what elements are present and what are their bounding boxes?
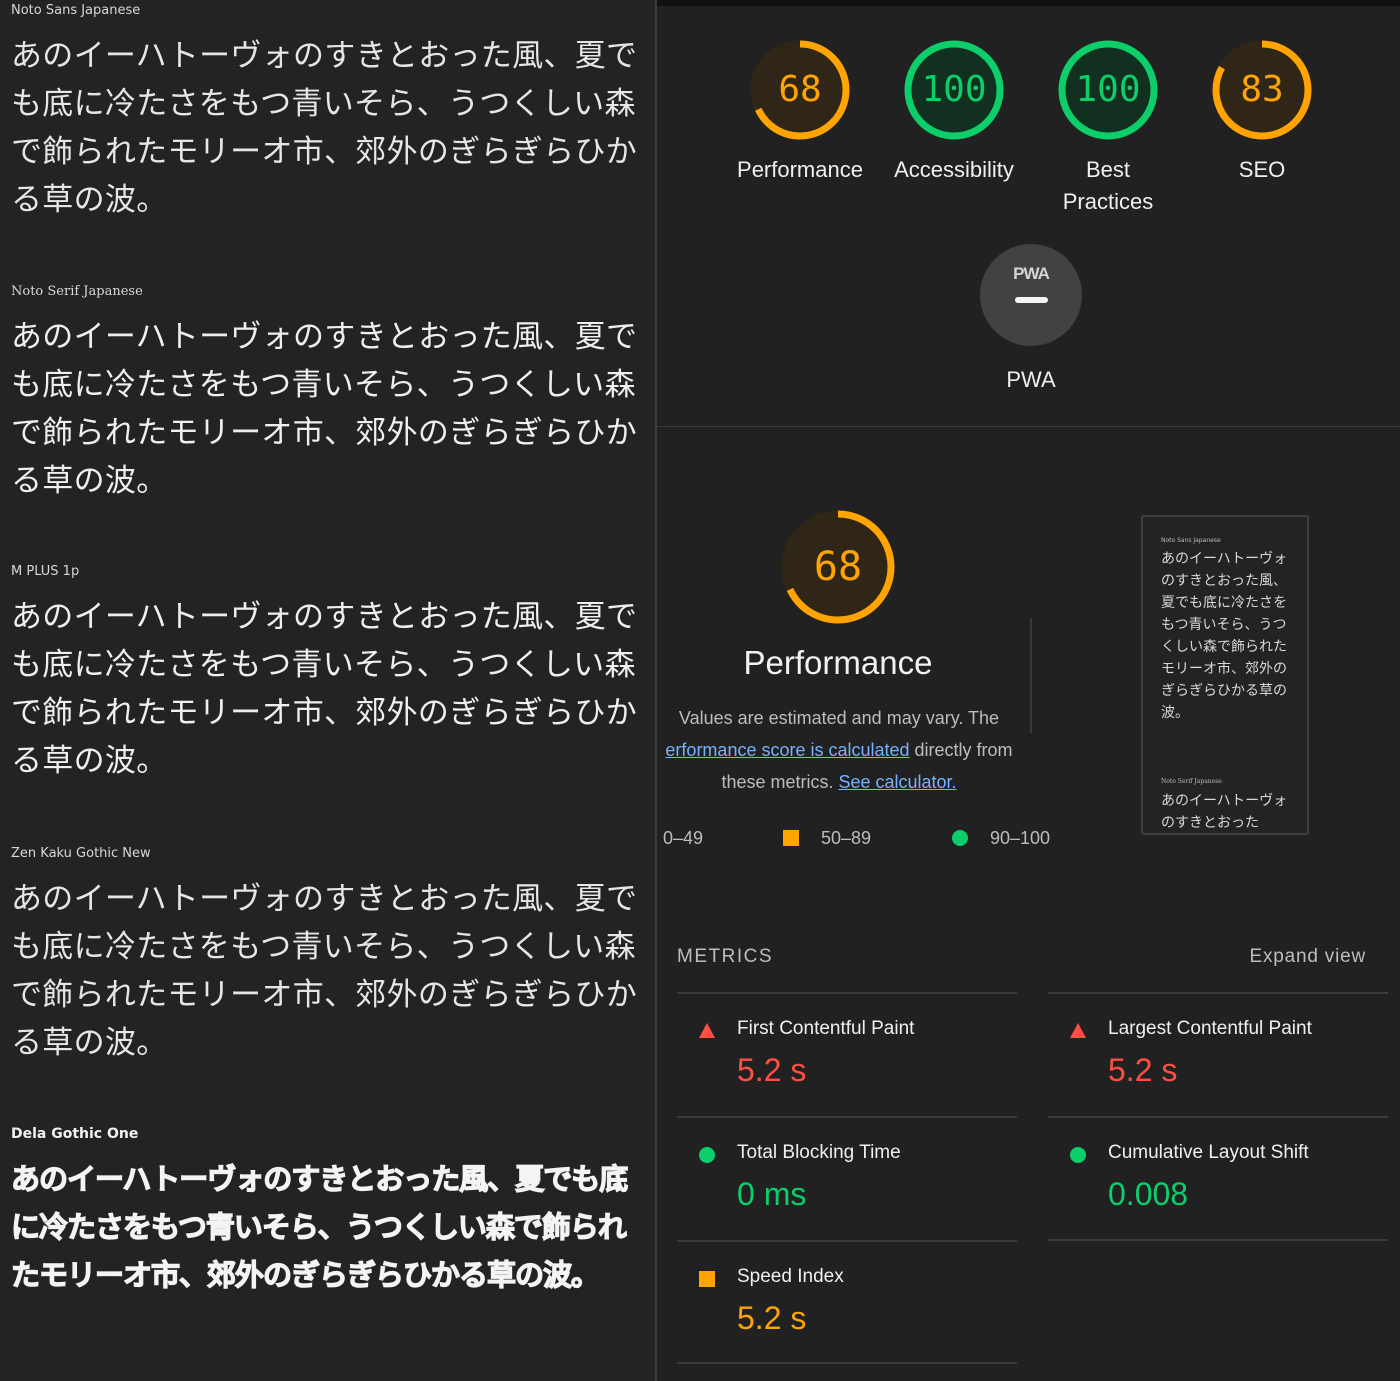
metric-first-contentful-paint[interactable]: First Contentful Paint 5.2 s xyxy=(677,992,1017,1116)
metrics-heading: METRICS xyxy=(677,946,773,967)
performance-title: Performance xyxy=(743,644,933,681)
gauge-performance: 68 xyxy=(748,38,852,142)
square-icon xyxy=(783,830,799,846)
font-name-label: Zen Kaku Gothic New xyxy=(11,846,151,861)
metric-value: 0 ms xyxy=(737,1176,807,1212)
legend-range: 90–100 xyxy=(990,828,1051,848)
sample-text: あのイーハトーヴォのすきとおった風、夏でも底に冷たさをもつ青いそら、うつくしい森… xyxy=(11,881,638,1061)
vertical-divider xyxy=(1030,618,1032,733)
category-label: Best Practices xyxy=(1062,157,1154,214)
gauge-seo: 83 xyxy=(1210,38,1314,142)
circle-icon xyxy=(699,1147,715,1163)
desc-line-1: Values are estimated and may vary. The xyxy=(678,708,1000,728)
thumb-sample-text: あのイーハトーヴォのすきとおった xyxy=(1161,793,1288,831)
specimen-m-plus-1p: M PLUS 1p あのイーハトーヴォのすきとおった風、夏でも底に冷たさをもつ青… xyxy=(11,564,641,785)
pwa-badge-icon: PWA xyxy=(980,244,1082,346)
legend-range: 50–89 xyxy=(821,828,872,848)
metric-value: 0.008 xyxy=(1108,1176,1189,1212)
triangle-icon xyxy=(1070,1023,1086,1038)
category-seo[interactable]: 83 SEO xyxy=(1182,38,1342,186)
metric-cumulative-layout-shift[interactable]: Cumulative Layout Shift 0.008 xyxy=(1048,1116,1388,1240)
metric-value: 5.2 s xyxy=(737,1300,807,1336)
performance-description: Values are estimated and may vary. The e… xyxy=(657,702,1029,798)
expand-view-button[interactable]: Expand view xyxy=(1249,946,1366,968)
category-label: Performance xyxy=(737,157,863,182)
metric-title: Speed Index xyxy=(737,1266,844,1287)
sample-text: あのイーハトーヴォのすきとおった風、夏でも底に冷たさをもつ青いそら、うつくしい森… xyxy=(11,38,638,218)
legend-fail: 0–49 xyxy=(663,825,703,851)
score-value: 68 xyxy=(813,544,863,590)
legend-range: 0–49 xyxy=(663,828,704,848)
metric-divider xyxy=(1048,1239,1388,1241)
gauge-performance-large: 68 xyxy=(779,508,897,626)
desc-text: directly from xyxy=(909,740,1013,760)
specimen-dela-gothic: Dela Gothic One あのイーハトーヴォのすきとおった風、夏でも底に冷… xyxy=(10,1126,641,1299)
report-top-bar xyxy=(657,0,1400,6)
metric-speed-index[interactable]: Speed Index 5.2 s xyxy=(677,1240,1017,1364)
category-pwa[interactable]: PWA PWA xyxy=(951,244,1111,396)
metric-title: Largest Contentful Paint xyxy=(1108,1018,1312,1039)
gauge-best-practices: 100 xyxy=(1056,38,1160,142)
score-value: 83 xyxy=(1240,69,1284,110)
font-name-label: Dela Gothic One xyxy=(11,1126,139,1142)
font-name-label: Noto Serif Japanese xyxy=(11,284,143,299)
metric-title: Total Blocking Time xyxy=(737,1142,901,1163)
category-accessibility[interactable]: 100 Accessibility xyxy=(874,38,1034,186)
legend-average: 50–89 xyxy=(783,825,871,851)
metric-title: Cumulative Layout Shift xyxy=(1108,1142,1309,1163)
metric-divider xyxy=(677,1362,1017,1364)
sample-text: あのイーハトーヴォのすきとおった風、夏でも底に冷たさをもつ青いそら、うつくしい森… xyxy=(11,599,638,779)
metric-value: 5.2 s xyxy=(1108,1052,1178,1088)
font-specimen-pane: Noto Sans Japanese あのイーハトーヴォのすきとおった風、夏でも… xyxy=(0,0,655,1381)
specimen-zen-kaku-gothic: Zen Kaku Gothic New あのイーハトーヴォのすきとおった風、夏で… xyxy=(11,846,641,1067)
pwa-dash-icon xyxy=(1015,297,1048,303)
sample-text: あのイーハトーヴォのすきとおった風、夏でも底に冷たさをもつ青いそら、うつくしい森… xyxy=(11,319,638,499)
thumb-font-name: Noto Sans Japanese xyxy=(1161,537,1221,544)
metric-title: First Contentful Paint xyxy=(737,1018,915,1039)
sample-text: あのイーハトーヴォのすきとおった風、夏でも底に冷たさをもつ青いそら、うつくしい森… xyxy=(10,1161,628,1292)
metric-largest-contentful-paint[interactable]: Largest Contentful Paint 5.2 s xyxy=(1048,992,1388,1116)
category-performance[interactable]: 68 Performance xyxy=(720,38,880,186)
thumb-sample-text: あのイーハトーヴォのすきとおった風、夏でも底に冷たさをもつ青いそら、うつくしい森… xyxy=(1161,551,1288,721)
metric-value: 5.2 s xyxy=(737,1052,807,1088)
lighthouse-report: 68 Performance 100 Accessibility 100 Bes… xyxy=(657,0,1400,1381)
category-label: PWA xyxy=(1006,367,1056,392)
circle-icon xyxy=(1070,1147,1086,1163)
square-icon xyxy=(699,1271,715,1287)
specimen-noto-sans: Noto Sans Japanese あのイーハトーヴォのすきとおった風、夏でも… xyxy=(11,3,641,224)
score-calculated-link[interactable]: erformance score is calculated xyxy=(665,740,909,760)
legend-pass: 90–100 xyxy=(952,825,1050,851)
specimen-noto-serif: Noto Serif Japanese あのイーハトーヴォのすきとおった風、夏で… xyxy=(11,284,641,505)
metric-total-blocking-time[interactable]: Total Blocking Time 0 ms xyxy=(677,1116,1017,1240)
triangle-icon xyxy=(699,1023,715,1038)
gauge-accessibility: 100 xyxy=(902,38,1006,142)
desc-line-2: erformance score is calculated directly … xyxy=(657,734,1029,766)
score-value: 68 xyxy=(778,69,822,110)
score-value: 100 xyxy=(1075,69,1141,110)
thumb-font-name: Noto Serif Japanese xyxy=(1161,778,1222,785)
section-divider xyxy=(657,426,1400,427)
desc-line-3: these metrics. See calculator. xyxy=(657,766,1029,798)
category-best-practices[interactable]: 100 Best Practices xyxy=(1028,38,1188,218)
category-label: Accessibility xyxy=(894,157,1014,182)
category-label: SEO xyxy=(1238,157,1286,182)
score-value: 100 xyxy=(921,69,987,110)
font-name-label: Noto Sans Japanese xyxy=(11,3,141,18)
font-name-label: M PLUS 1p xyxy=(11,564,80,579)
circle-icon xyxy=(952,830,968,846)
desc-text: these metrics. xyxy=(721,772,839,792)
pwa-logo: PWA xyxy=(1013,264,1050,283)
see-calculator-link[interactable]: See calculator. xyxy=(838,772,956,792)
final-screenshot-thumbnail[interactable]: Noto Sans Japanese あのイーハトーヴォのすきとおった風、夏でも… xyxy=(1141,515,1309,835)
